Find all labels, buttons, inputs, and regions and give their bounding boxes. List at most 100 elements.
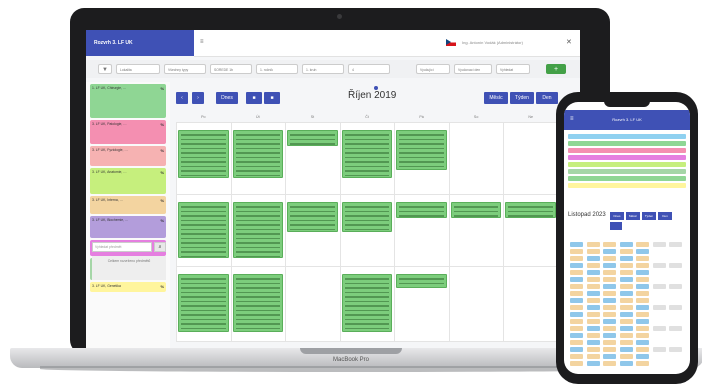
- phone-calendar-event[interactable]: [570, 312, 583, 317]
- sidebar-search-input[interactable]: Vyhledat předmět: [92, 242, 152, 252]
- phone-calendar-event[interactable]: [603, 340, 616, 345]
- phone-calendar-event[interactable]: [636, 284, 649, 289]
- phone-list-item[interactable]: [568, 183, 686, 188]
- phone-list-item[interactable]: [568, 148, 686, 153]
- phone-calendar-event[interactable]: [586, 263, 600, 268]
- sidebar-item[interactable]: 3. LF UK, Patologie, …%: [90, 120, 166, 144]
- phone-calendar-event[interactable]: [619, 298, 633, 303]
- close-icon[interactable]: ✕: [566, 38, 572, 46]
- phone-calendar-event[interactable]: [619, 242, 633, 247]
- phone-calendar-event[interactable]: [636, 333, 649, 338]
- phone-list-item[interactable]: [568, 141, 686, 146]
- filter-course[interactable]: SOREDE 1b: [210, 64, 252, 74]
- phone-extra-button[interactable]: [610, 222, 622, 230]
- filter-year[interactable]: 1. ročník: [256, 64, 298, 74]
- phone-calendar-event[interactable]: [603, 263, 616, 268]
- phone-calendar-event[interactable]: [586, 312, 600, 317]
- view-week-button[interactable]: Týden: [510, 92, 534, 104]
- phone-calendar-event[interactable]: [636, 326, 649, 331]
- download-icon[interactable]: ■: [264, 92, 280, 104]
- calendar-event[interactable]: [287, 202, 338, 232]
- phone-calendar-event[interactable]: [669, 347, 682, 352]
- phone-list-item[interactable]: [568, 169, 686, 174]
- phone-calendar-event[interactable]: [586, 354, 600, 359]
- phone-list-item[interactable]: [568, 155, 686, 160]
- sidebar-item[interactable]: 3. LF UK, Anatomie, …%: [90, 168, 166, 194]
- phone-calendar-event[interactable]: [636, 312, 649, 317]
- phone-calendar-event[interactable]: [603, 291, 616, 296]
- phone-calendar-event[interactable]: [570, 277, 583, 282]
- phone-calendar-event[interactable]: [586, 319, 600, 324]
- phone-calendar-event[interactable]: [619, 333, 633, 338]
- calendar-event[interactable]: [396, 274, 447, 288]
- phone-today-button[interactable]: Dnes: [610, 212, 624, 220]
- phone-list-item[interactable]: [568, 176, 686, 181]
- phone-calendar-event[interactable]: [619, 340, 633, 345]
- hamburger-icon[interactable]: ≡: [200, 39, 204, 45]
- phone-calendar-event[interactable]: [586, 249, 600, 254]
- calendar-event[interactable]: [232, 274, 284, 332]
- phone-calendar-event[interactable]: [570, 284, 583, 289]
- phone-calendar-event[interactable]: [570, 340, 583, 345]
- phone-calendar-event[interactable]: [669, 263, 682, 268]
- sidebar-item[interactable]: 3. LF UK, Biochemie, …%: [90, 216, 166, 238]
- phone-calendar-event[interactable]: [636, 340, 649, 345]
- phone-calendar-event[interactable]: [619, 312, 633, 317]
- phone-calendar-event[interactable]: [586, 242, 600, 247]
- chevron-left-icon[interactable]: ‹: [176, 92, 188, 104]
- phone-calendar-event[interactable]: [636, 256, 649, 261]
- phone-calendar-event[interactable]: [636, 319, 649, 324]
- search-icon[interactable]: ⌕: [154, 242, 166, 252]
- phone-calendar-event[interactable]: [570, 298, 583, 303]
- phone-calendar-event[interactable]: [603, 284, 616, 289]
- phone-calendar-event[interactable]: [669, 326, 682, 331]
- phone-calendar-event[interactable]: [586, 284, 600, 289]
- app-brand[interactable]: Rozvrh 3. LF UK: [86, 30, 194, 56]
- phone-calendar-event[interactable]: [570, 256, 583, 261]
- phone-calendar-event[interactable]: [619, 319, 633, 324]
- phone-calendar-event[interactable]: [603, 354, 616, 359]
- phone-calendar-event[interactable]: [586, 305, 600, 310]
- filter-teacher[interactable]: Vyučující: [416, 64, 450, 74]
- calendar-event[interactable]: [232, 202, 284, 258]
- phone-calendar-event[interactable]: [669, 284, 682, 289]
- phone-calendar-event[interactable]: [570, 242, 583, 247]
- phone-calendar-event[interactable]: [619, 263, 633, 268]
- phone-calendar-event[interactable]: [570, 319, 583, 324]
- filter-location[interactable]: Lokalita: [116, 64, 160, 74]
- calendar-event[interactable]: [232, 130, 284, 178]
- phone-calendar-event[interactable]: [636, 361, 649, 366]
- phone-calendar-event[interactable]: [603, 298, 616, 303]
- calendar-event[interactable]: [396, 202, 447, 218]
- phone-calendar-event[interactable]: [586, 326, 600, 331]
- calendar-event[interactable]: [178, 130, 229, 178]
- phone-calendar-event[interactable]: [636, 291, 649, 296]
- phone-calendar-event[interactable]: [636, 298, 649, 303]
- phone-calendar-event[interactable]: [636, 277, 649, 282]
- calendar-event[interactable]: [178, 202, 229, 258]
- calendar-event[interactable]: [341, 202, 393, 232]
- sidebar-item[interactable]: 3. LF UK, Fyziologie, …%: [90, 146, 166, 166]
- phone-calendar-event[interactable]: [586, 347, 600, 352]
- phone-calendar-event[interactable]: [570, 326, 583, 331]
- phone-calendar-event[interactable]: [619, 291, 633, 296]
- calendar-event[interactable]: [450, 202, 502, 218]
- phone-calendar-event[interactable]: [619, 361, 633, 366]
- phone-list-item[interactable]: [568, 134, 686, 139]
- phone-calendar-event[interactable]: [603, 361, 616, 366]
- print-icon[interactable]: ■: [246, 92, 262, 104]
- sidebar-item[interactable]: 1. LF UK, Chirurgie, …%: [90, 84, 166, 118]
- filter-group[interactable]: 4: [348, 64, 390, 74]
- phone-calendar-event[interactable]: [586, 270, 600, 275]
- chevron-right-icon[interactable]: ›: [192, 92, 204, 104]
- phone-calendar-event[interactable]: [619, 284, 633, 289]
- phone-calendar-event[interactable]: [636, 354, 649, 359]
- today-button[interactable]: Dnes: [216, 92, 238, 104]
- phone-calendar-event[interactable]: [669, 242, 682, 247]
- phone-calendar-event[interactable]: [603, 312, 616, 317]
- phone-calendar-event[interactable]: [586, 256, 600, 261]
- phone-calendar-event[interactable]: [570, 347, 583, 352]
- phone-month-button[interactable]: Měsíc: [626, 212, 640, 220]
- calendar-event[interactable]: [396, 130, 447, 170]
- phone-calendar-event[interactable]: [570, 305, 583, 310]
